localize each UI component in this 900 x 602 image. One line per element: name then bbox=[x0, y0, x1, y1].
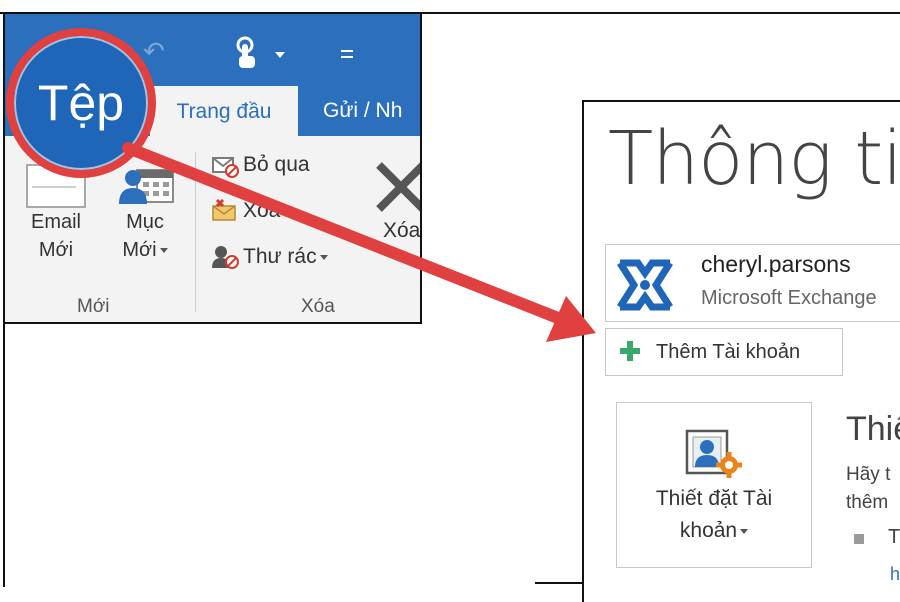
pointer-arrow bbox=[122, 142, 596, 342]
